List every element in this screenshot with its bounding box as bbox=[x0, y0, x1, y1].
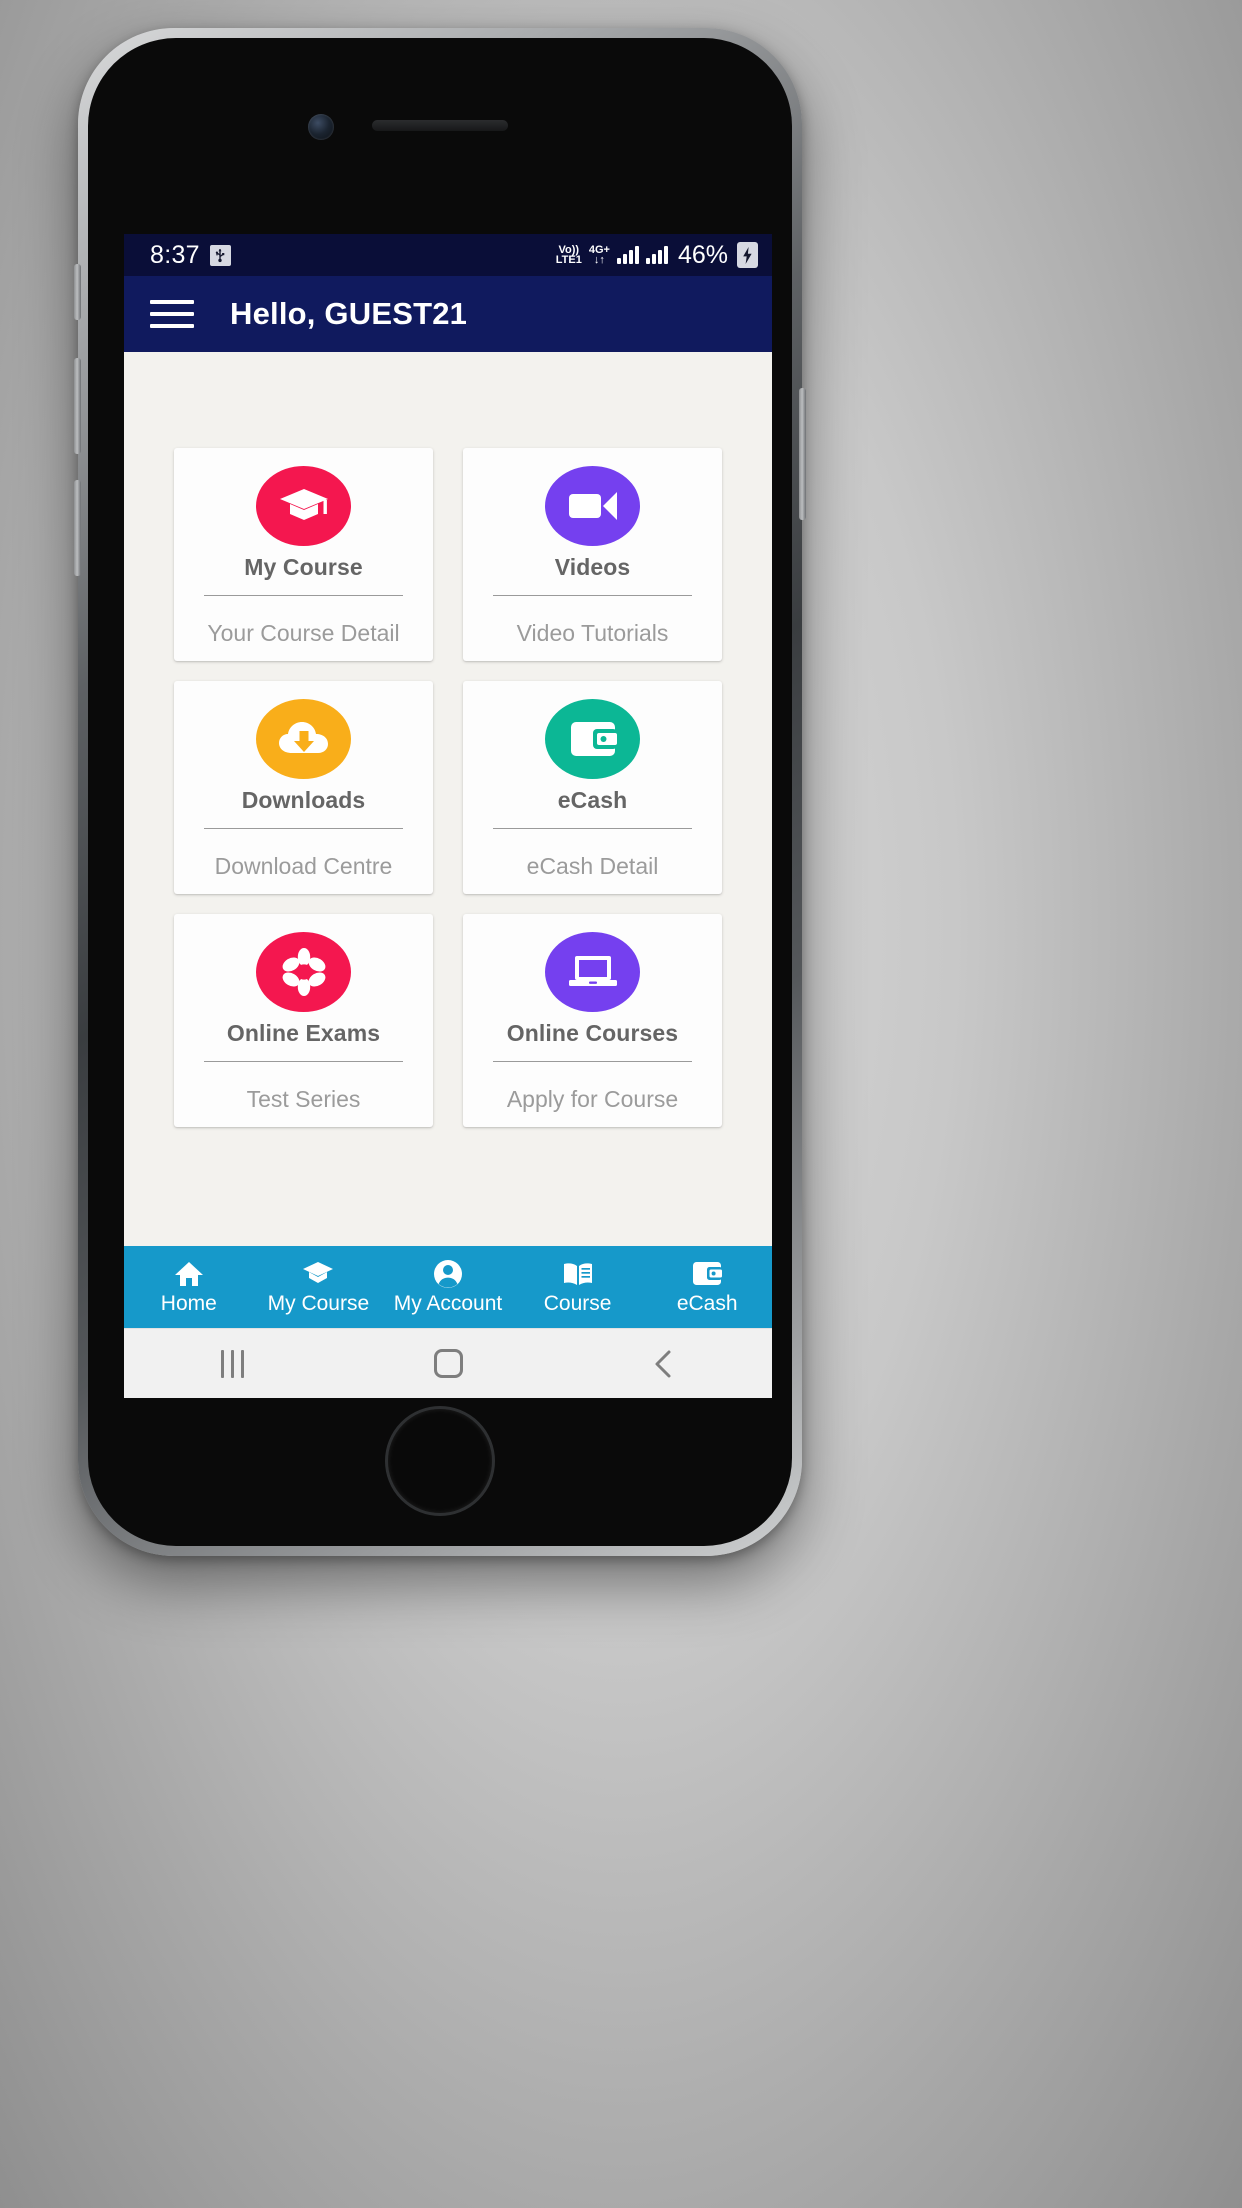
nav-item-home[interactable]: Home bbox=[124, 1258, 254, 1316]
card-subtitle: eCash Detail bbox=[526, 853, 659, 879]
card-divider bbox=[203, 828, 404, 829]
volume-down-button[interactable] bbox=[74, 480, 81, 576]
app-header: Hello, GUEST21 bbox=[124, 276, 772, 352]
flower-icon bbox=[256, 932, 351, 1012]
volte-icon: Vo)) LTE1 bbox=[555, 244, 582, 266]
page-title: Hello, GUEST21 bbox=[230, 296, 468, 331]
battery-percent: 46% bbox=[677, 240, 728, 269]
card-my-course[interactable]: My Course Your Course Detail bbox=[174, 448, 433, 661]
earpiece-speaker bbox=[372, 120, 508, 131]
home-square-icon[interactable] bbox=[388, 1349, 508, 1378]
power-button[interactable] bbox=[799, 388, 806, 520]
bottom-navigation-bar: Home My Course My Account Course eCash bbox=[124, 1246, 772, 1328]
home-button[interactable] bbox=[385, 1406, 495, 1516]
card-title: eCash bbox=[557, 787, 628, 813]
nav-label: eCash bbox=[676, 1292, 738, 1315]
card-title: Downloads bbox=[241, 787, 366, 813]
volume-up-button[interactable] bbox=[74, 358, 81, 454]
back-chevron-icon[interactable] bbox=[604, 1349, 724, 1379]
signal-strength-sim1-icon bbox=[616, 246, 639, 264]
card-divider bbox=[203, 595, 404, 596]
battery-charging-icon bbox=[737, 242, 758, 268]
status-bar-left: 8:37 bbox=[150, 241, 231, 270]
phone-frame: 8:37 Vo)) LTE1 4G+ ↓↑ 46% Hello, GUEST21… bbox=[74, 28, 806, 1556]
nav-item-course[interactable]: Course bbox=[513, 1258, 643, 1316]
card-title: My Course bbox=[244, 554, 363, 580]
graduation-cap-icon bbox=[256, 466, 351, 546]
usb-icon bbox=[209, 244, 231, 266]
video-camera-icon bbox=[545, 466, 640, 546]
card-subtitle: Video Tutorials bbox=[516, 620, 669, 646]
phone-screen: 8:37 Vo)) LTE1 4G+ ↓↑ 46% Hello, GUEST21… bbox=[124, 234, 772, 1398]
card-subtitle: Apply for Course bbox=[506, 1086, 679, 1112]
wallet-icon bbox=[692, 1258, 723, 1290]
status-bar-right: Vo)) LTE1 4G+ ↓↑ 46% bbox=[556, 241, 758, 270]
dashboard-content: My Course Your Course Detail Videos Vide… bbox=[124, 352, 772, 1246]
card-title: Online Courses bbox=[506, 1020, 679, 1046]
nav-label: My Account bbox=[393, 1292, 503, 1315]
card-divider bbox=[492, 1061, 693, 1062]
status-bar: 8:37 Vo)) LTE1 4G+ ↓↑ 46% bbox=[124, 234, 772, 276]
signal-strength-sim2-icon bbox=[645, 246, 668, 264]
nav-label: Course bbox=[543, 1292, 612, 1315]
recents-icon[interactable] bbox=[172, 1349, 292, 1378]
nav-item-ecash[interactable]: eCash bbox=[642, 1258, 772, 1316]
card-ecash[interactable]: eCash eCash Detail bbox=[463, 681, 722, 894]
status-time: 8:37 bbox=[150, 240, 200, 269]
data-transfer-arrows: ↓↑ bbox=[593, 254, 605, 266]
volte-line-2: LTE1 bbox=[555, 254, 582, 266]
card-subtitle: Download Centre bbox=[214, 853, 393, 879]
laptop-icon bbox=[545, 932, 640, 1012]
account-circle-icon bbox=[433, 1258, 463, 1290]
card-title: Videos bbox=[554, 554, 631, 580]
open-book-icon bbox=[562, 1258, 594, 1290]
nav-item-my-account[interactable]: My Account bbox=[383, 1258, 513, 1316]
card-downloads[interactable]: Downloads Download Centre bbox=[174, 681, 433, 894]
cloud-download-icon bbox=[256, 699, 351, 779]
card-subtitle: Test Series bbox=[246, 1086, 361, 1112]
card-title: Online Exams bbox=[226, 1020, 381, 1046]
card-online-exams[interactable]: Online Exams Test Series bbox=[174, 914, 433, 1127]
card-videos[interactable]: Videos Video Tutorials bbox=[463, 448, 722, 661]
nav-label: Home bbox=[160, 1292, 217, 1315]
front-camera bbox=[308, 114, 334, 140]
silent-switch[interactable] bbox=[74, 264, 81, 320]
nav-item-my-course[interactable]: My Course bbox=[254, 1258, 384, 1316]
hamburger-menu-icon[interactable] bbox=[150, 300, 194, 328]
card-divider bbox=[492, 828, 693, 829]
network-type-icon: 4G+ ↓↑ bbox=[589, 244, 610, 266]
android-system-navigation bbox=[124, 1328, 772, 1398]
card-divider bbox=[203, 1061, 404, 1062]
nav-label: My Course bbox=[267, 1292, 370, 1315]
card-subtitle: Your Course Detail bbox=[207, 620, 400, 646]
wallet-icon bbox=[545, 699, 640, 779]
phone-body: 8:37 Vo)) LTE1 4G+ ↓↑ 46% Hello, GUEST21… bbox=[88, 38, 792, 1546]
card-divider bbox=[492, 595, 693, 596]
dashboard-grid: My Course Your Course Detail Videos Vide… bbox=[174, 448, 722, 1127]
card-online-courses[interactable]: Online Courses Apply for Course bbox=[463, 914, 722, 1127]
home-icon bbox=[174, 1258, 204, 1290]
graduation-cap-icon bbox=[302, 1258, 334, 1290]
